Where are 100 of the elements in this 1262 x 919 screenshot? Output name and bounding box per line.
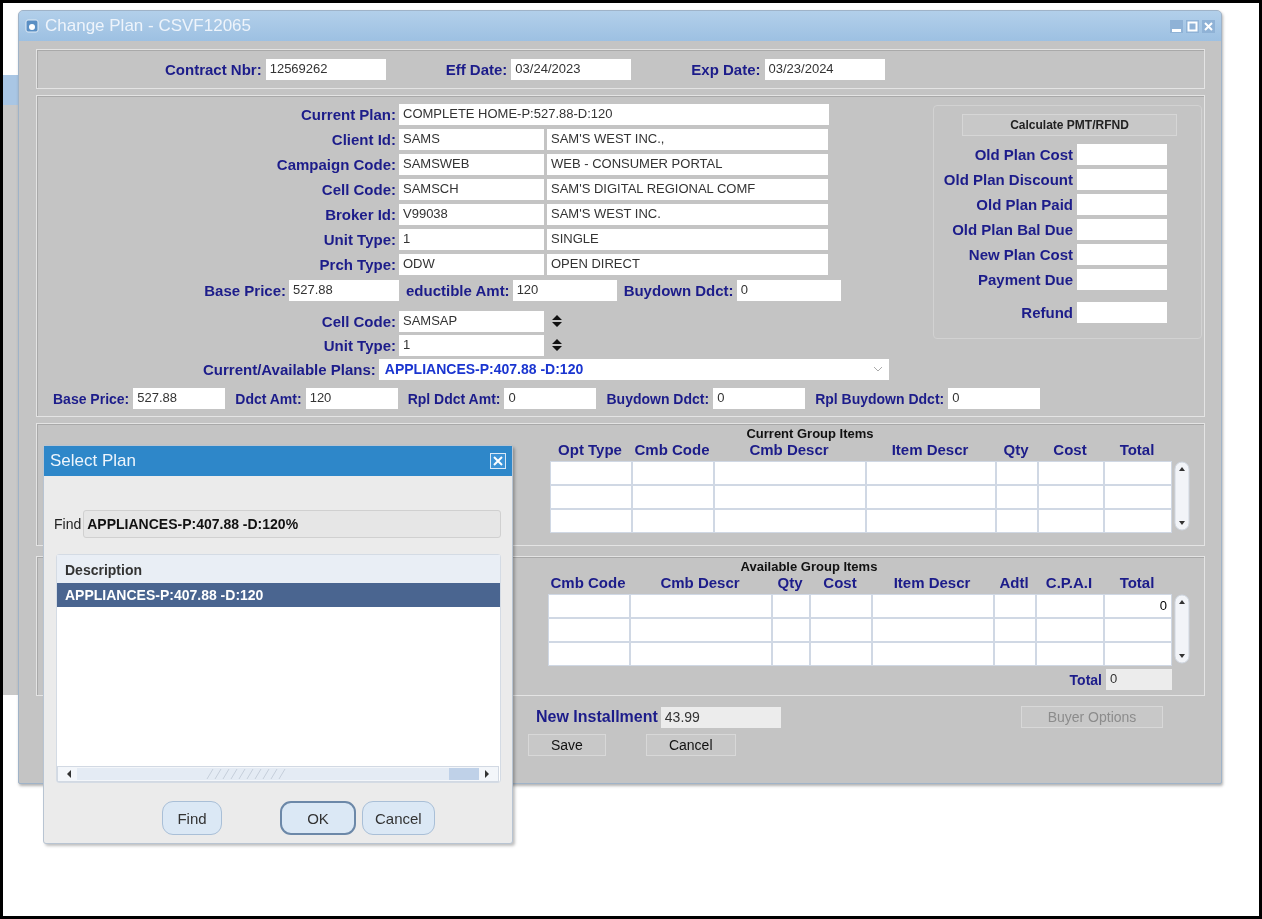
column-header: Cost bbox=[822, 574, 858, 593]
input-field[interactable]: COMPLETE HOME-P:527.88-D:120 bbox=[399, 104, 829, 125]
input-field[interactable]: 1 bbox=[399, 229, 544, 250]
field-label: Base Price: bbox=[53, 390, 130, 407]
scrollbar[interactable] bbox=[1174, 461, 1190, 531]
spinner-icon[interactable] bbox=[551, 314, 563, 328]
input-field[interactable]: 0 bbox=[1106, 669, 1172, 690]
table-cell bbox=[997, 510, 1037, 532]
input-field[interactable]: SAMSCH bbox=[399, 179, 544, 200]
column-header: Cmb Descr bbox=[659, 574, 741, 593]
field-label: Client Id: bbox=[330, 131, 396, 148]
dialog-button[interactable]: Cancel bbox=[362, 801, 435, 835]
form-button[interactable]: Save bbox=[528, 734, 606, 756]
field-label: Cell Code: bbox=[320, 312, 396, 330]
table-cell bbox=[1105, 462, 1171, 484]
minimize-icon[interactable] bbox=[1170, 19, 1183, 33]
field-label: Rpl Ddct Amt: bbox=[407, 390, 501, 407]
input-field[interactable]: 120 bbox=[512, 279, 617, 301]
input-field[interactable] bbox=[1077, 244, 1167, 265]
dialog-button[interactable]: OK bbox=[280, 801, 356, 835]
calculate-button[interactable]: Calculate PMT/RFND bbox=[962, 114, 1177, 136]
column-header: Adtl bbox=[998, 574, 1030, 593]
maximize-icon[interactable] bbox=[1186, 19, 1199, 33]
table-cell bbox=[997, 462, 1037, 484]
input-field[interactable]: SAM'S DIGITAL REGIONAL COMF bbox=[547, 179, 828, 200]
field-label: Total bbox=[1069, 671, 1102, 688]
field-label: Old Plan Bal Due bbox=[952, 221, 1073, 238]
table-title: Available Group Items bbox=[739, 559, 879, 574]
scrollbar[interactable] bbox=[1174, 594, 1190, 664]
column-header: Cmb Code bbox=[633, 441, 711, 460]
input-field[interactable]: 527.88 bbox=[133, 388, 226, 409]
input-field[interactable]: 0 bbox=[713, 388, 806, 409]
column-header: Total bbox=[1118, 574, 1156, 593]
field-label: Rpl Buydown Ddct: bbox=[815, 390, 945, 407]
input-field[interactable] bbox=[1077, 144, 1167, 165]
table-cell bbox=[1039, 462, 1103, 484]
window-title: Change Plan - CSVF12065 bbox=[45, 16, 252, 36]
table-cell bbox=[1039, 510, 1103, 532]
field-label: Unit Type: bbox=[322, 231, 396, 248]
column-header: Opt Type bbox=[557, 441, 623, 460]
input-field[interactable] bbox=[1077, 269, 1167, 290]
field-label: Buydown Ddct: bbox=[606, 390, 710, 407]
input-field[interactable] bbox=[1077, 169, 1167, 190]
spinner-icon[interactable] bbox=[551, 338, 563, 352]
input-field[interactable]: SINGLE bbox=[547, 229, 828, 250]
table-cell bbox=[1039, 486, 1103, 508]
input-field[interactable]: SAMS bbox=[399, 129, 544, 150]
column-header: Item Descr bbox=[890, 441, 970, 460]
table-cell bbox=[811, 619, 871, 641]
input-field[interactable] bbox=[1077, 194, 1167, 215]
column-header: C.P.A.I bbox=[1044, 574, 1094, 593]
table-cell bbox=[773, 643, 809, 665]
input-field[interactable]: OPEN DIRECT bbox=[547, 254, 828, 275]
table-cell bbox=[1037, 595, 1103, 617]
input-field[interactable]: SAM'S WEST INC., bbox=[547, 129, 828, 150]
field-label: Current/Available Plans: bbox=[202, 360, 376, 378]
input-field[interactable]: SAMSAP bbox=[399, 310, 544, 332]
input-field[interactable] bbox=[1077, 302, 1167, 323]
dialog-title: Select Plan bbox=[50, 451, 136, 471]
dialog-button[interactable]: Find bbox=[162, 801, 222, 835]
table-cell bbox=[1037, 643, 1103, 665]
scrollbar[interactable] bbox=[57, 766, 499, 782]
input-field[interactable]: WEB - CONSUMER PORTAL bbox=[547, 154, 828, 175]
column-header: Item Descr bbox=[892, 574, 972, 593]
field-label: Current Plan: bbox=[300, 106, 396, 123]
input-field[interactable] bbox=[1077, 219, 1167, 240]
form-button[interactable]: Cancel bbox=[645, 734, 736, 756]
input-field[interactable]: 527.88 bbox=[289, 279, 399, 301]
column-header: Cmb Code bbox=[549, 574, 627, 593]
field-label: Base Price: bbox=[203, 281, 286, 299]
field-label: Refund bbox=[1021, 304, 1073, 321]
close-icon[interactable] bbox=[1202, 19, 1215, 33]
input-field[interactable]: ODW bbox=[399, 254, 544, 275]
input-field[interactable]: 1 bbox=[399, 334, 544, 356]
column-header: Total bbox=[1118, 441, 1156, 460]
input-field[interactable]: 0 bbox=[948, 388, 1041, 409]
field-label: Prch Type: bbox=[318, 256, 396, 273]
input-field[interactable]: SAM'S WEST INC. bbox=[547, 204, 828, 225]
input-field[interactable]: V99038 bbox=[399, 204, 544, 225]
input-field[interactable]: 43.99 bbox=[660, 706, 781, 728]
field-label: Eff Date: bbox=[445, 60, 508, 78]
dropdown-field[interactable]: APPLIANCES-P:407.88 -D:120 bbox=[378, 358, 889, 380]
field-label: Old Plan Discount bbox=[943, 171, 1073, 188]
field-label: Old Plan Paid bbox=[976, 196, 1073, 213]
input-field[interactable]: 0 bbox=[504, 388, 597, 409]
input-field[interactable]: SAMSWEB bbox=[399, 154, 544, 175]
input-field[interactable]: 0 bbox=[736, 279, 841, 301]
chevron-down-icon bbox=[873, 366, 883, 372]
column-header: Qty bbox=[776, 574, 804, 593]
input-field[interactable]: 03/24/2023 bbox=[511, 58, 632, 80]
list-item[interactable]: APPLIANCES-P:407.88 -D:120 bbox=[57, 583, 500, 607]
table-cell bbox=[1105, 643, 1171, 665]
input-field[interactable]: 120 bbox=[305, 388, 398, 409]
search-field[interactable]: APPLIANCES-P:407.88 -D:120% bbox=[83, 510, 501, 538]
close-icon[interactable] bbox=[490, 453, 506, 469]
column-header: Description bbox=[57, 555, 500, 583]
input-field[interactable]: 12569262 bbox=[265, 58, 386, 80]
field-label: Campaign Code: bbox=[275, 156, 396, 173]
table-cell bbox=[995, 619, 1035, 641]
input-field[interactable]: 03/23/2024 bbox=[764, 58, 885, 80]
